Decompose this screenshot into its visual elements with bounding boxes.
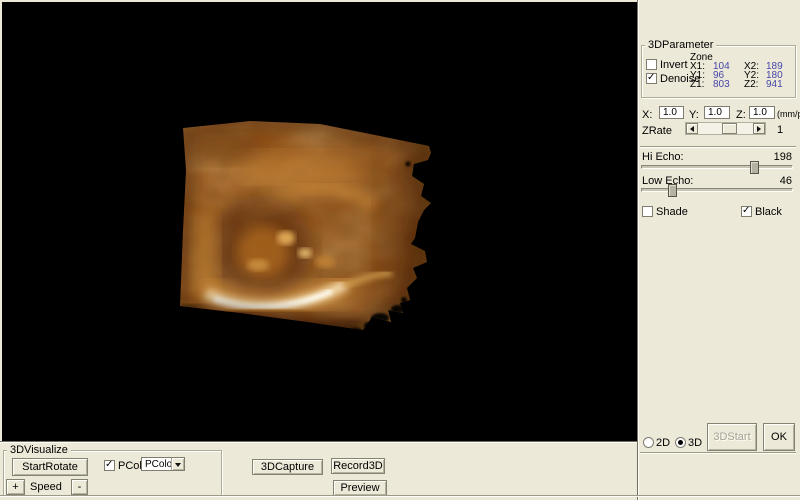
parameter-groupbox: 3DParameter Invert Denoise Zone X1: 104 …: [641, 45, 796, 98]
parameter-group-title: 3DParameter: [645, 39, 716, 51]
black-checkbox[interactable]: [741, 206, 752, 217]
scale-unit-label: (mm/p): [777, 110, 800, 119]
render-viewport[interactable]: [2, 2, 637, 441]
zrate-scroll-left-button[interactable]: [686, 123, 698, 134]
chevron-down-icon: [175, 463, 181, 470]
hi-echo-slider[interactable]: [641, 165, 793, 169]
low-echo-value: 46: [766, 176, 792, 187]
pcolor-checkbox[interactable]: [104, 460, 115, 471]
view-3d-radio[interactable]: [675, 437, 686, 448]
y-scale-label: Y:: [689, 110, 699, 121]
y-scale-input[interactable]: [704, 106, 730, 119]
window-bottom-edge: [0, 495, 800, 497]
zone-z2-label: Z2:: [744, 80, 758, 89]
scroll-right-icon: [757, 126, 764, 132]
bottom-toolbar: 3DVisualize StartRotate + Speed - PColor…: [0, 441, 637, 500]
separator: [640, 146, 796, 148]
pcolor-dropdown-button[interactable]: [171, 458, 184, 470]
shade-label: Shade: [656, 207, 688, 218]
invert-label: Invert: [660, 60, 688, 71]
zrate-label: ZRate: [642, 126, 672, 137]
black-label: Black: [755, 207, 782, 218]
x-scale-label: X:: [642, 110, 652, 121]
hi-echo-value: 198: [766, 152, 792, 163]
visualize-group-title: 3DVisualize: [7, 444, 71, 456]
hi-echo-slider-thumb[interactable]: [750, 161, 759, 174]
invert-checkbox[interactable]: [646, 59, 657, 70]
view-2d-radio[interactable]: [643, 437, 654, 448]
speed-decrease-button[interactable]: -: [71, 479, 88, 495]
preview-button[interactable]: Preview: [333, 480, 387, 496]
z-scale-label: Z:: [736, 110, 746, 121]
speed-increase-button[interactable]: +: [6, 479, 25, 495]
separator: [640, 452, 796, 454]
zrate-scroll-right-button[interactable]: [753, 123, 765, 134]
start-rotate-button[interactable]: StartRotate: [12, 458, 88, 476]
denoise-checkbox[interactable]: [646, 73, 657, 84]
zrate-scrollbar[interactable]: [685, 122, 766, 135]
ultrasound-render: [2, 2, 637, 441]
zrate-value: 1: [777, 125, 783, 136]
scroll-left-icon: [687, 126, 694, 132]
zone-z1-value: 803: [713, 80, 730, 89]
z-scale-input[interactable]: [749, 106, 775, 119]
x-scale-input[interactable]: [659, 106, 684, 119]
view-2d-label: 2D: [656, 438, 670, 449]
parameter-panel: 3DParameter Invert Denoise Zone X1: 104 …: [637, 0, 800, 500]
speed-label: Speed: [30, 482, 62, 493]
zone-z2-value: 941: [766, 80, 783, 89]
hi-echo-label: Hi Echo:: [642, 152, 684, 163]
shade-checkbox[interactable]: [642, 206, 653, 217]
zrate-scrollbar-thumb[interactable]: [722, 123, 737, 134]
capture-3d-button[interactable]: 3DCapture: [252, 459, 323, 475]
record-3d-button[interactable]: Record3D: [331, 458, 385, 474]
view-3d-label: 3D: [688, 438, 702, 449]
pcolor-dropdown[interactable]: PColor: [141, 457, 185, 471]
low-echo-slider-thumb[interactable]: [668, 184, 677, 197]
zone-z1-label: Z1:: [690, 80, 704, 89]
start-3d-button[interactable]: 3DStart: [707, 423, 757, 451]
low-echo-slider[interactable]: [641, 188, 793, 192]
ok-button[interactable]: OK: [763, 423, 795, 451]
